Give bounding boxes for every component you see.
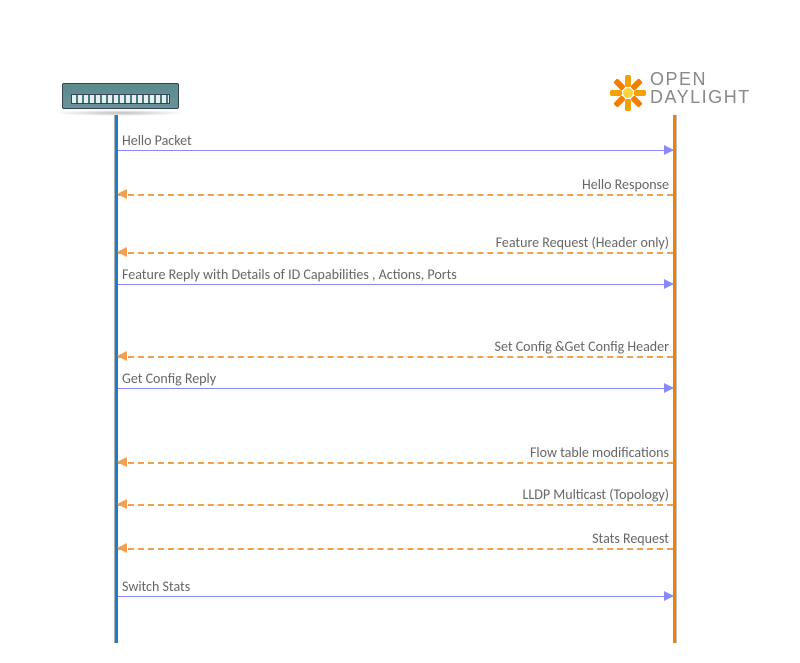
opendaylight-sun-icon (608, 73, 648, 113)
msg-label: Feature Reply with Details of ID Capabil… (122, 266, 457, 283)
arrow-left-icon (117, 189, 127, 199)
msg-hello-response: Hello Response (118, 180, 673, 198)
arrow-left-icon (117, 457, 127, 467)
msg-feature-reply: Feature Reply with Details of ID Capabil… (118, 270, 673, 288)
msg-flow-table-mod: Flow table modifications (118, 448, 673, 466)
msg-label: Hello Packet (122, 132, 192, 149)
msg-switch-stats: Switch Stats (118, 582, 673, 600)
msg-line (118, 388, 673, 389)
msg-feature-request: Feature Request (Header only) (118, 238, 673, 256)
msg-line (118, 356, 673, 358)
logo-line-1: OPEN (650, 70, 751, 88)
switch-device-icon (62, 83, 179, 109)
msg-label: Stats Request (592, 530, 669, 547)
arrow-left-icon (117, 247, 127, 257)
switch-shadow (52, 110, 187, 116)
logo-line-2: DAYLIGHT (650, 88, 751, 106)
msg-label: Flow table modifications (530, 444, 669, 461)
msg-line (118, 194, 673, 196)
msg-set-get-config: Set Config &Get Config Header (118, 342, 673, 360)
arrow-left-icon (117, 499, 127, 509)
msg-line (118, 284, 673, 285)
opendaylight-wordmark: OPEN DAYLIGHT (650, 70, 751, 106)
msg-label: Get Config Reply (122, 370, 216, 387)
msg-label: Set Config &Get Config Header (495, 338, 669, 355)
msg-stats-request: Stats Request (118, 534, 673, 552)
arrow-right-icon (664, 145, 674, 155)
msg-label: Feature Request (Header only) (496, 234, 669, 251)
opendaylight-logo: OPEN DAYLIGHT (608, 68, 768, 118)
arrow-right-icon (664, 383, 674, 393)
msg-line (118, 252, 673, 254)
msg-hello-packet: Hello Packet (118, 136, 673, 154)
msg-label: Hello Response (582, 176, 669, 193)
arrow-left-icon (117, 543, 127, 553)
msg-line (118, 596, 673, 597)
msg-lldp-multicast: LLDP Multicast (Topology) (118, 490, 673, 508)
arrow-right-icon (664, 591, 674, 601)
sequence-diagram: OPEN DAYLIGHT Hello Packet Hello Response… (0, 0, 800, 663)
msg-line (118, 462, 673, 464)
opendaylight-lifeline (673, 115, 677, 643)
arrow-right-icon (664, 279, 674, 289)
msg-label: LLDP Multicast (Topology) (522, 486, 669, 503)
msg-line (118, 150, 673, 151)
msg-line (118, 548, 673, 550)
arrow-left-icon (117, 351, 127, 361)
msg-line (118, 504, 673, 506)
msg-get-config-reply: Get Config Reply (118, 374, 673, 392)
msg-label: Switch Stats (122, 578, 190, 595)
